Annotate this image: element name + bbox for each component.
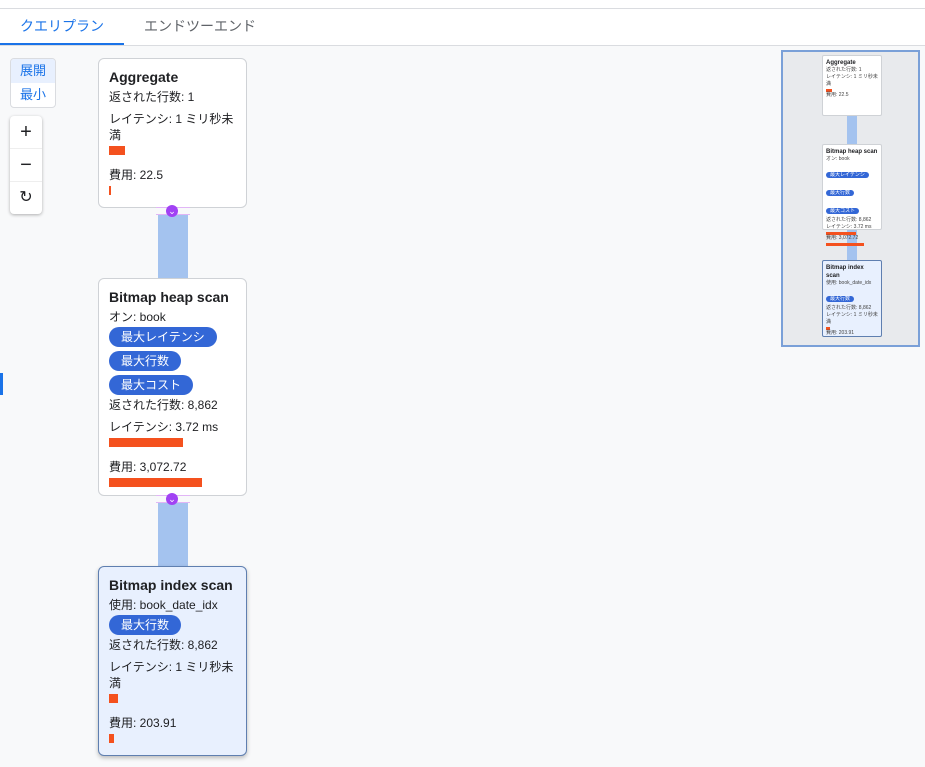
cost-label: 費用: 203.91 [109, 716, 177, 730]
minimap-cost: 費用: 22.5 [826, 92, 849, 98]
node-using-index: 使用: book_date_idx [109, 598, 218, 612]
edge-aggregate-heap [158, 214, 188, 278]
minimap-cost: 費用: 3,072.72 [826, 235, 859, 241]
tab-query-plan[interactable]: クエリプラン [0, 9, 124, 45]
zoom-out-button[interactable]: − [10, 148, 42, 181]
latency-label: レイテンシ: 1 ミリ秒未満 [109, 112, 234, 142]
minimize-button[interactable]: 最小 [11, 83, 55, 107]
latency-label: レイテンシ: 1 ミリ秒未満 [109, 660, 234, 690]
node-on-table: オン: book [109, 310, 166, 324]
zoom-controls: + − ↻ [10, 116, 42, 214]
top-strip [0, 0, 925, 9]
plan-node-bitmap-index-scan[interactable]: Bitmap index scan 使用: book_date_idx 最大行数… [98, 566, 247, 756]
latency-bar [109, 694, 118, 703]
rows-returned: 返された行数: 1 [109, 90, 195, 104]
cost-label: 費用: 3,072.72 [109, 460, 187, 474]
minimap-badge: 最大行数 [826, 296, 855, 302]
rows-returned: 返された行数: 8,862 [109, 398, 218, 412]
latency-bar [109, 438, 183, 447]
node-title: Aggregate [109, 69, 179, 85]
minimap-node-title: Bitmap heap scan [826, 149, 878, 155]
minimap-rows: 返された行数: 1 [826, 67, 862, 73]
chevron-down-icon[interactable]: ⌄ [166, 205, 178, 217]
scroll-indicator [0, 373, 3, 395]
minimap-node-title: Aggregate [826, 60, 856, 66]
max-rows-badge: 最大行数 [109, 351, 182, 371]
minimap-cost: 費用: 203.91 [826, 330, 855, 336]
max-cost-badge: 最大コスト [109, 375, 194, 395]
tab-end-to-end[interactable]: エンドツーエンド [124, 9, 276, 45]
minimap-on: オン: book [826, 156, 850, 162]
cost-bar [109, 734, 114, 743]
minimap-node-title: Bitmap index scan [826, 265, 864, 279]
reset-zoom-icon[interactable]: ↻ [10, 181, 42, 214]
cost-label: 費用: 22.5 [109, 168, 164, 182]
max-latency-badge: 最大レイテンシ [109, 327, 217, 347]
minimap-latency: レイテンシ: 1 ミリ秒未満 [826, 74, 878, 87]
minimap-cost-bar [826, 243, 864, 246]
minimap-badge: 最大レイテンシ [826, 172, 869, 178]
minimap-latency: レイテンシ: 3.72 ms [826, 224, 872, 230]
latency-bar [109, 146, 125, 155]
rows-returned: 返された行数: 8,862 [109, 638, 218, 652]
minimap-node-heap-scan: Bitmap heap scan オン: book 最大レイテンシ 最大行数 最… [822, 144, 882, 246]
minimap-rows: 返された行数: 8,862 [826, 217, 872, 223]
zoom-in-button[interactable]: + [10, 116, 42, 148]
minimap-badge: 最大コスト [826, 208, 860, 214]
max-rows-badge: 最大行数 [109, 615, 182, 635]
minimap-node-aggregate: Aggregate 返された行数: 1 レイテンシ: 1 ミリ秒未満 費用: 2… [822, 55, 882, 116]
chevron-down-icon[interactable]: ⌄ [166, 493, 178, 505]
minimap-edge [847, 116, 857, 144]
minimap-badge: 最大行数 [826, 190, 855, 196]
minimap-rows: 返された行数: 8,862 [826, 305, 872, 311]
tab-bar: クエリプラン エンドツーエンド [0, 9, 925, 46]
node-title: Bitmap index scan [109, 577, 233, 593]
plan-node-aggregate[interactable]: Aggregate 返された行数: 1 レイテンシ: 1 ミリ秒未満 費用: 2… [98, 58, 247, 208]
latency-label: レイテンシ: 3.72 ms [109, 420, 219, 434]
view-toggle: 展開 最小 [10, 58, 56, 108]
cost-bar [109, 186, 111, 195]
minimap-using: 使用: book_date_idx [826, 280, 872, 286]
minimap[interactable]: Aggregate 返された行数: 1 レイテンシ: 1 ミリ秒未満 費用: 2… [781, 50, 920, 347]
edge-heap-index [158, 502, 188, 566]
plan-node-bitmap-heap-scan[interactable]: Bitmap heap scan オン: book 最大レイテンシ 最大行数 最… [98, 278, 247, 496]
cost-bar [109, 478, 202, 487]
expand-button[interactable]: 展開 [11, 59, 55, 83]
minimap-latency: レイテンシ: 1 ミリ秒未満 [826, 312, 878, 325]
node-title: Bitmap heap scan [109, 289, 229, 305]
minimap-node-index-scan: Bitmap index scan 使用: book_date_idx 最大行数… [822, 260, 882, 337]
